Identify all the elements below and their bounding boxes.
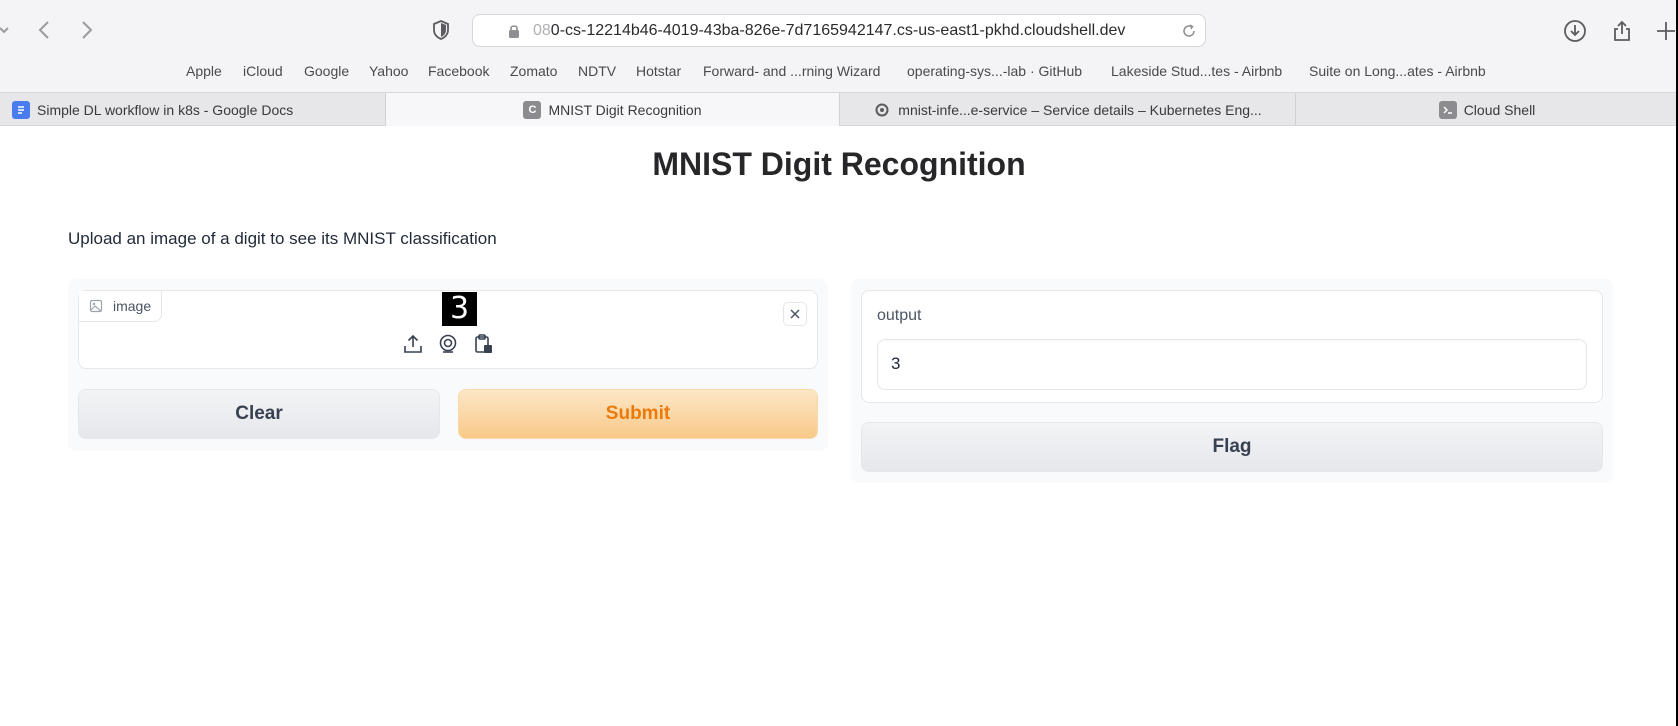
tab-label: Cloud Shell <box>1463 101 1536 118</box>
output-textbox[interactable]: 3 <box>877 339 1587 390</box>
image-icon <box>89 299 103 313</box>
bookmark-item[interactable]: Apple <box>186 63 222 79</box>
tab-google-docs[interactable]: Simple DL workflow in k8s - Google Docs <box>0 93 386 126</box>
sidebar-chevron-icon[interactable] <box>0 18 16 42</box>
output-panel: output 3 Flag <box>851 279 1613 483</box>
bookmark-item[interactable]: Yahoo <box>369 63 408 79</box>
tab-kubernetes[interactable]: mnist-infe...e-service – Service details… <box>840 93 1296 126</box>
input-panel: image 3 Clear Submit <box>68 279 828 451</box>
page-title: MNIST Digit Recognition <box>652 146 1026 182</box>
docs-icon <box>12 100 30 119</box>
bookmark-item[interactable]: Forward- and ...rning Wizard <box>703 63 880 79</box>
tab-label: MNIST Digit Recognition <box>548 101 702 118</box>
share-icon[interactable] <box>1608 17 1636 45</box>
uploaded-digit-thumbnail: 3 <box>442 292 477 326</box>
bookmark-item[interactable]: Lakeside Stud...tes - Airbnb <box>1111 63 1282 79</box>
bookmark-item[interactable]: NDTV <box>578 63 616 79</box>
bookmark-item[interactable]: Google <box>304 63 349 79</box>
image-upload-box[interactable]: image 3 <box>78 290 818 369</box>
tab-mnist[interactable]: C MNIST Digit Recognition <box>386 93 840 126</box>
terminal-icon <box>1438 100 1457 119</box>
output-label: output <box>877 307 922 324</box>
submit-button[interactable]: Submit <box>458 389 818 439</box>
output-block: output 3 <box>861 290 1603 403</box>
bookmark-item[interactable]: Suite on Long...ates - Airbnb <box>1309 63 1486 79</box>
tab-label: mnist-infe...e-service – Service details… <box>898 101 1262 118</box>
privacy-shield-icon[interactable] <box>430 19 452 41</box>
back-button[interactable] <box>32 18 56 42</box>
gradio-icon: C <box>523 100 542 119</box>
bookmark-item[interactable]: Hotstar <box>636 63 681 79</box>
address-bar[interactable]: 080-cs-12214b46-4019-43ba-826e-7d7165942… <box>472 14 1206 47</box>
image-block-label: image <box>79 291 163 322</box>
gear-icon <box>873 101 891 119</box>
bookmark-item[interactable]: operating-sys...-lab · GitHub <box>907 63 1082 79</box>
clipboard-icon[interactable] <box>472 333 494 355</box>
bookmark-item[interactable]: iCloud <box>243 63 283 79</box>
reload-icon[interactable] <box>1181 23 1197 39</box>
clear-button[interactable]: Clear <box>78 389 440 439</box>
image-label-text: image <box>113 298 152 314</box>
url-text: 080-cs-12214b46-4019-43ba-826e-7d7165942… <box>533 21 1126 39</box>
page-description: Upload an image of a digit to see its MN… <box>68 229 497 248</box>
new-tab-icon[interactable] <box>1652 17 1678 45</box>
tab-cloud-shell[interactable]: Cloud Shell <box>1296 93 1678 126</box>
close-icon <box>790 309 800 319</box>
lock-icon <box>509 24 519 38</box>
upload-icon[interactable] <box>402 333 424 355</box>
forward-button[interactable] <box>75 18 99 42</box>
bookmarks-bar: Apple iCloud Google Yahoo Facebook Zomat… <box>0 62 1678 92</box>
tab-label: Simple DL workflow in k8s - Google Docs <box>37 101 294 118</box>
flag-button[interactable]: Flag <box>861 422 1603 472</box>
browser-toolbar: 080-cs-12214b46-4019-43ba-826e-7d7165942… <box>0 0 1678 62</box>
tab-strip: Simple DL workflow in k8s - Google Docs … <box>0 92 1678 126</box>
bookmark-item[interactable]: Facebook <box>428 63 489 79</box>
bookmark-item[interactable]: Zomato <box>510 63 557 79</box>
remove-image-button[interactable] <box>783 302 807 326</box>
webcam-icon[interactable] <box>437 333 459 355</box>
downloads-icon[interactable] <box>1561 17 1589 45</box>
